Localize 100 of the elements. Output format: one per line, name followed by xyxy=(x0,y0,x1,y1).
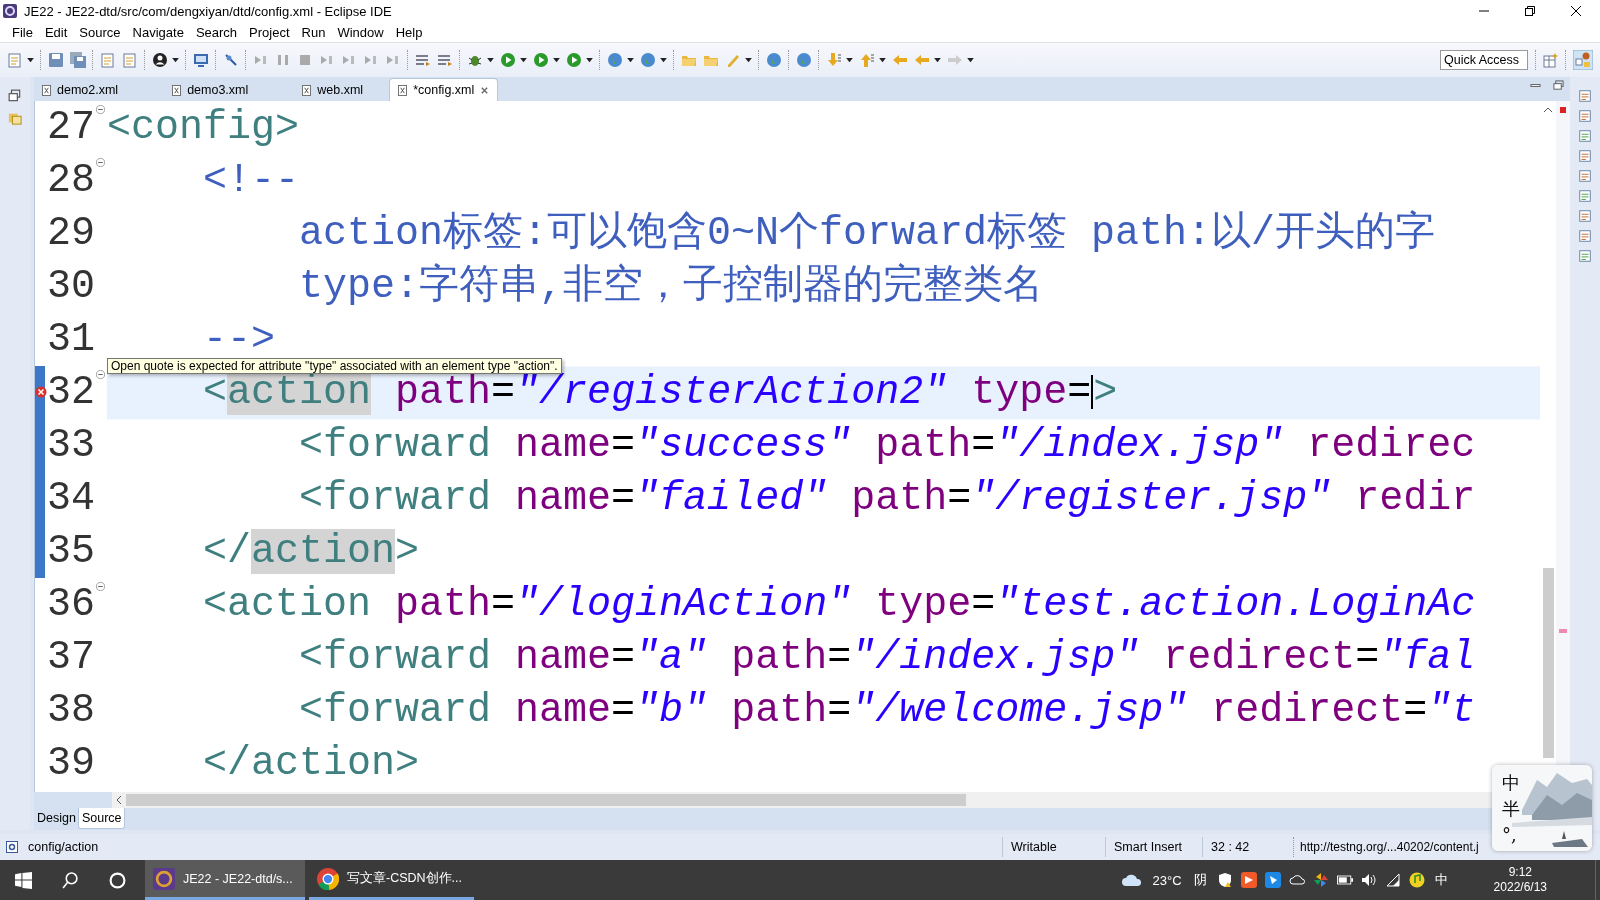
view-icon[interactable] xyxy=(1578,169,1592,183)
dropdown-caret-icon[interactable] xyxy=(846,57,853,63)
dropdown-caret-icon[interactable] xyxy=(745,57,752,63)
menu-item[interactable]: Edit xyxy=(38,24,74,40)
restore-view-icon[interactable] xyxy=(8,89,22,103)
play-icon[interactable] xyxy=(533,52,549,68)
play-icon[interactable] xyxy=(566,52,582,68)
ime-status-widget[interactable]: 中 半 °, xyxy=(1492,765,1592,851)
pinwheel-icon[interactable] xyxy=(1312,872,1329,888)
tray-app-icon[interactable] xyxy=(1264,872,1281,888)
dropdown-caret-icon[interactable] xyxy=(934,57,941,63)
ime-indicator[interactable]: 中 xyxy=(1502,771,1520,795)
menu-item[interactable]: Search xyxy=(189,24,244,40)
menu-item[interactable]: Run xyxy=(295,24,332,40)
ime-indicator[interactable]: 半 xyxy=(1502,797,1520,821)
close-icon[interactable] xyxy=(1570,5,1582,17)
editor-tab[interactable]: demo2.xml xyxy=(34,79,127,101)
scroll-left-icon[interactable] xyxy=(116,795,122,805)
play-icon[interactable] xyxy=(500,52,516,68)
cortana-icon[interactable] xyxy=(109,871,126,889)
document-icon[interactable] xyxy=(100,52,116,68)
fold-toggle-icon[interactable] xyxy=(95,582,105,591)
dropdown-caret-icon[interactable] xyxy=(660,57,667,63)
fold-toggle-icon[interactable] xyxy=(95,370,105,379)
fold-toggle-icon[interactable] xyxy=(95,105,105,114)
pause-icon[interactable] xyxy=(275,52,291,68)
pin-icon[interactable] xyxy=(223,52,239,68)
taskbar-button[interactable]: 写文章-CSDN创作... xyxy=(309,860,474,900)
dropdown-caret-icon[interactable] xyxy=(553,57,560,63)
globe-icon[interactable] xyxy=(766,52,782,68)
perspective-icon[interactable] xyxy=(1573,50,1593,70)
code-line: <forward name="failed" path="/register.jsp" redir xyxy=(298,480,1476,517)
weather-text[interactable]: 阴 xyxy=(1193,871,1207,889)
dropdown-caret-icon[interactable] xyxy=(520,57,527,63)
menu-item[interactable]: Help xyxy=(389,24,429,40)
editor-tab[interactable]: demo3.xml xyxy=(164,79,257,101)
window-title: JE22 - JE22-dtd/src/com/dengxiyan/dtd/config.xml - Eclipse IDE xyxy=(24,3,392,19)
cloud-sync-icon[interactable] xyxy=(1288,872,1305,888)
dropdown-caret-icon[interactable] xyxy=(879,57,886,63)
menu-item[interactable]: Source xyxy=(73,24,127,40)
line-number: 36 xyxy=(47,582,93,627)
view-icon[interactable] xyxy=(1578,209,1592,223)
music-icon[interactable] xyxy=(1408,872,1425,888)
dropdown-caret-icon[interactable] xyxy=(487,57,494,63)
error-marker[interactable] xyxy=(1560,107,1566,113)
document-icon[interactable] xyxy=(122,52,138,68)
stop-icon[interactable] xyxy=(297,52,313,68)
editor-tab[interactable]: *config.xml xyxy=(389,78,499,101)
clock-date[interactable]: 2022/6/13 xyxy=(1493,880,1547,895)
view-icon[interactable] xyxy=(1578,109,1592,123)
dropdown-caret-icon[interactable] xyxy=(586,57,593,63)
fold-toggle-icon[interactable] xyxy=(95,158,105,167)
view-icon[interactable] xyxy=(1578,129,1592,143)
code-line: <config> xyxy=(107,109,300,146)
lines-icon[interactable] xyxy=(437,52,453,68)
dropdown-caret-icon[interactable] xyxy=(627,57,634,63)
menu-item[interactable]: Navigate xyxy=(126,24,190,40)
user-circle-icon[interactable] xyxy=(152,52,168,68)
open-perspective-icon[interactable] xyxy=(1543,52,1559,68)
dropdown-caret-icon[interactable] xyxy=(172,57,179,63)
lines-icon[interactable] xyxy=(415,52,431,68)
windows-start-icon[interactable] xyxy=(15,871,32,889)
scrollbar-thumb[interactable] xyxy=(126,794,966,806)
editor-tab[interactable]: web.xml xyxy=(294,79,372,101)
shield-icon[interactable] xyxy=(1216,872,1233,888)
view-icon[interactable] xyxy=(1578,149,1592,163)
package-icon[interactable] xyxy=(8,111,22,125)
monitor-icon[interactable] xyxy=(193,52,209,68)
input-method-indicator[interactable]: 中 xyxy=(1434,871,1448,889)
cloud-icon[interactable] xyxy=(1120,873,1143,887)
clock-time[interactable]: 9:12 xyxy=(1508,865,1532,880)
editor-mode-tab[interactable]: Source xyxy=(77,808,125,829)
volume-icon[interactable] xyxy=(1360,872,1377,888)
globe-icon[interactable] xyxy=(796,52,812,68)
scrollbar-thumb[interactable] xyxy=(1542,568,1554,758)
editor-mode-tab[interactable]: Design xyxy=(34,808,78,828)
view-icon[interactable] xyxy=(1578,229,1592,243)
occurrence-marker[interactable] xyxy=(1559,629,1567,633)
save-icon[interactable] xyxy=(48,52,64,68)
view-icon[interactable] xyxy=(1578,189,1592,203)
save-all-icon[interactable] xyxy=(70,52,86,68)
quick-access-field[interactable]: Quick Access xyxy=(1440,50,1528,70)
code-line: <!-- xyxy=(202,162,300,199)
dropdown-caret-icon[interactable] xyxy=(27,57,34,63)
menu-item[interactable]: Window xyxy=(331,24,390,40)
breadcrumb[interactable]: config/action xyxy=(28,840,99,854)
scroll-up-icon[interactable] xyxy=(1543,107,1553,113)
taskbar-button[interactable]: JE22 - JE22-dtd/s... xyxy=(145,860,305,900)
menu-item[interactable]: File xyxy=(6,24,39,40)
maximize-view-icon[interactable] xyxy=(1553,79,1564,91)
restore-icon[interactable] xyxy=(1524,5,1536,17)
app-icon xyxy=(2,3,18,19)
dropdown-caret-icon[interactable] xyxy=(967,57,974,63)
search-icon[interactable] xyxy=(62,871,79,889)
code-line: <action path="/loginAction" type="test.action.LoginAc xyxy=(202,586,1476,623)
temperature[interactable]: 23°C xyxy=(1152,872,1182,888)
menu-item[interactable]: Project xyxy=(243,24,296,40)
battery-icon[interactable] xyxy=(1336,872,1353,888)
tray-app-icon[interactable] xyxy=(1240,872,1257,888)
view-icon[interactable] xyxy=(1578,249,1592,263)
